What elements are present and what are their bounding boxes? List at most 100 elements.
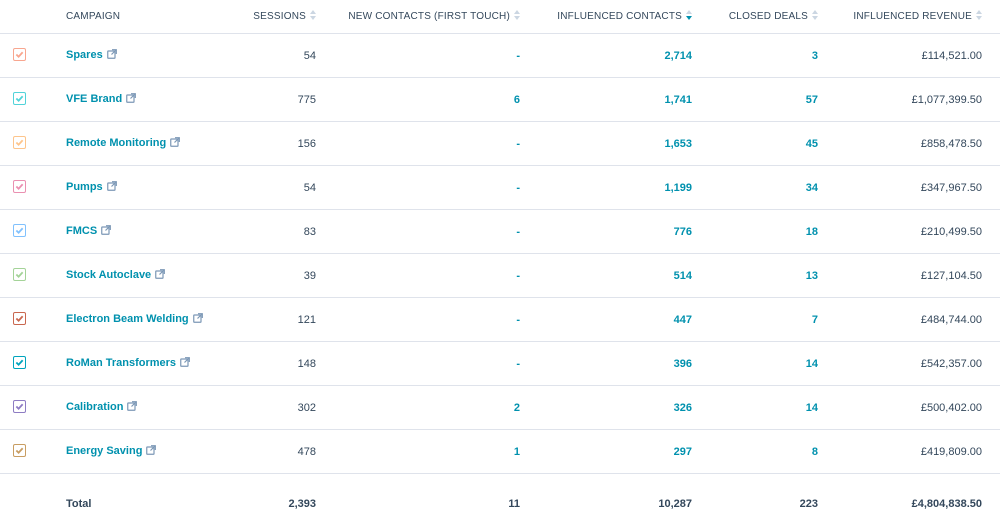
sessions-cell: 775 (170, 78, 316, 122)
campaign-link[interactable]: Calibration (66, 401, 123, 413)
closed-deals-cell[interactable]: 45 (692, 122, 818, 166)
series-checkbox[interactable] (13, 356, 26, 369)
sessions-cell: 148 (170, 342, 316, 386)
closed-deals-cell[interactable]: 14 (692, 386, 818, 430)
column-header-label: NEW CONTACTS (FIRST TOUCH) (348, 11, 510, 22)
new-contacts-cell[interactable]: 2 (316, 386, 520, 430)
new-contacts-cell[interactable]: - (316, 210, 520, 254)
new-contacts-cell[interactable]: - (316, 122, 520, 166)
external-link-icon[interactable] (107, 181, 117, 194)
new-contacts-cell[interactable]: 6 (316, 78, 520, 122)
campaign-link[interactable]: Remote Monitoring (66, 137, 166, 149)
campaign-cell: RoMan Transformers (0, 342, 170, 386)
external-link-icon[interactable] (180, 357, 190, 370)
series-checkbox[interactable] (13, 136, 26, 149)
series-checkbox[interactable] (13, 268, 26, 281)
revenue-cell: £210,499.50 (818, 210, 1000, 254)
influenced-contacts-cell[interactable]: 297 (520, 430, 692, 474)
series-checkbox[interactable] (13, 224, 26, 237)
new-contacts-cell[interactable]: - (316, 166, 520, 210)
campaign-cell: Remote Monitoring (0, 122, 170, 166)
column-header-new-contacts[interactable]: NEW CONTACTS (FIRST TOUCH) (316, 0, 520, 34)
new-contacts-cell[interactable]: - (316, 298, 520, 342)
new-contacts-cell[interactable]: 1 (316, 430, 520, 474)
column-header-label: SESSIONS (253, 11, 306, 22)
sort-descending-icon[interactable] (686, 10, 692, 23)
external-link-icon[interactable] (101, 225, 111, 238)
checkmark-icon (15, 358, 24, 367)
new-contacts-cell[interactable]: - (316, 254, 520, 298)
campaign-cell: Stock Autoclave (0, 254, 170, 298)
external-link-icon[interactable] (193, 313, 203, 326)
closed-deals-cell[interactable]: 14 (692, 342, 818, 386)
external-link-icon[interactable] (155, 269, 165, 282)
influenced-contacts-cell[interactable]: 1,199 (520, 166, 692, 210)
closed-deals-cell[interactable]: 8 (692, 430, 818, 474)
checkmark-icon (15, 182, 24, 191)
series-checkbox[interactable] (13, 400, 26, 413)
influenced-contacts-cell[interactable]: 514 (520, 254, 692, 298)
checkmark-icon (15, 314, 24, 323)
closed-deals-cell[interactable]: 7 (692, 298, 818, 342)
series-checkbox[interactable] (13, 312, 26, 325)
campaign-link[interactable]: FMCS (66, 225, 97, 237)
closed-deals-cell[interactable]: 18 (692, 210, 818, 254)
campaign-link[interactable]: Energy Saving (66, 445, 142, 457)
sessions-cell: 156 (170, 122, 316, 166)
table-row: RoMan Transformers148-39614£542,357.00 (0, 342, 1000, 386)
external-link-icon[interactable] (146, 445, 156, 458)
sort-icon[interactable] (514, 10, 520, 23)
campaign-cell: Spares (0, 34, 170, 78)
sort-icon[interactable] (812, 10, 818, 23)
campaign-link[interactable]: Stock Autoclave (66, 269, 151, 281)
series-checkbox[interactable] (13, 180, 26, 193)
influenced-contacts-cell[interactable]: 447 (520, 298, 692, 342)
series-checkbox[interactable] (13, 444, 26, 457)
campaign-link[interactable]: VFE Brand (66, 93, 122, 105)
checkmark-icon (15, 446, 24, 455)
new-contacts-cell[interactable]: - (316, 342, 520, 386)
influenced-contacts-cell[interactable]: 2,714 (520, 34, 692, 78)
series-checkbox[interactable] (13, 48, 26, 61)
campaign-link[interactable]: Electron Beam Welding (66, 313, 189, 325)
total-sessions: 2,393 (170, 474, 316, 531)
series-checkbox[interactable] (13, 92, 26, 105)
table-row: FMCS83-77618£210,499.50 (0, 210, 1000, 254)
total-new-contacts: 11 (316, 474, 520, 531)
new-contacts-cell[interactable]: - (316, 34, 520, 78)
closed-deals-cell[interactable]: 57 (692, 78, 818, 122)
influenced-contacts-cell[interactable]: 326 (520, 386, 692, 430)
sort-icon[interactable] (310, 10, 316, 23)
sessions-cell: 54 (170, 166, 316, 210)
campaign-link[interactable]: Spares (66, 49, 103, 61)
influenced-contacts-cell[interactable]: 1,741 (520, 78, 692, 122)
sort-icon[interactable] (976, 10, 982, 23)
campaign-cell: VFE Brand (0, 78, 170, 122)
table-row: Pumps54-1,19934£347,967.50 (0, 166, 1000, 210)
closed-deals-cell[interactable]: 13 (692, 254, 818, 298)
closed-deals-cell[interactable]: 3 (692, 34, 818, 78)
table-row: Stock Autoclave39-51413£127,104.50 (0, 254, 1000, 298)
closed-deals-cell[interactable]: 34 (692, 166, 818, 210)
checkmark-icon (15, 50, 24, 59)
external-link-icon[interactable] (127, 401, 137, 414)
external-link-icon[interactable] (170, 137, 180, 150)
influenced-contacts-cell[interactable]: 776 (520, 210, 692, 254)
column-header-closed-deals[interactable]: CLOSED DEALS (692, 0, 818, 34)
column-header-sessions[interactable]: SESSIONS (170, 0, 316, 34)
column-header-influenced-revenue[interactable]: INFLUENCED REVENUE (818, 0, 1000, 34)
revenue-cell: £484,744.00 (818, 298, 1000, 342)
influenced-contacts-cell[interactable]: 1,653 (520, 122, 692, 166)
table-row: Spares54-2,7143£114,521.00 (0, 34, 1000, 78)
revenue-cell: £1,077,399.50 (818, 78, 1000, 122)
external-link-icon[interactable] (107, 49, 117, 62)
column-header-campaign: CAMPAIGN (0, 0, 170, 34)
checkmark-icon (15, 138, 24, 147)
external-link-icon[interactable] (126, 93, 136, 106)
revenue-cell: £858,478.50 (818, 122, 1000, 166)
column-header-influenced-contacts[interactable]: INFLUENCED CONTACTS (520, 0, 692, 34)
campaign-link[interactable]: Pumps (66, 181, 103, 193)
campaign-link[interactable]: RoMan Transformers (66, 357, 176, 369)
revenue-cell: £500,402.00 (818, 386, 1000, 430)
influenced-contacts-cell[interactable]: 396 (520, 342, 692, 386)
